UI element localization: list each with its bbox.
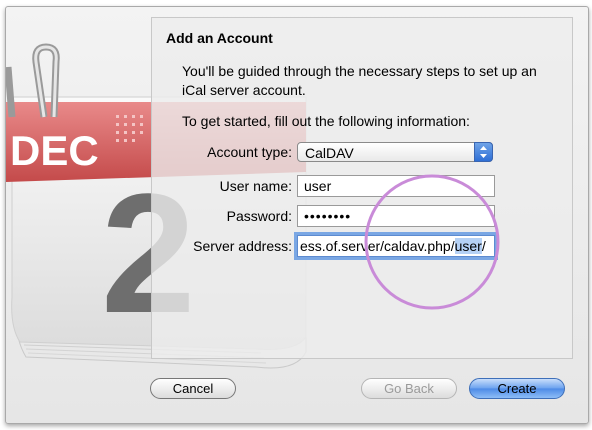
account-type-popup[interactable]: CalDAV: [297, 142, 493, 162]
server-address-field[interactable]: ess.of.server/caldav.php/user/: [297, 235, 495, 257]
go-back-button[interactable]: Go Back: [361, 378, 457, 399]
server-address-prefix: ess.of.server/caldav.php/: [300, 238, 455, 254]
calendar-month-text: DEC: [10, 127, 99, 174]
password-label: Password:: [226, 208, 292, 224]
create-button[interactable]: Create: [469, 378, 565, 399]
server-address-label: Server address:: [193, 238, 292, 254]
password-field[interactable]: ••••••••: [297, 205, 495, 227]
instruction-text: To get started, fill out the following i…: [182, 113, 470, 129]
account-type-label: Account type:: [207, 144, 292, 160]
popup-arrows-icon: [474, 142, 493, 162]
dialog-title: Add an Account: [166, 30, 273, 46]
account-type-value: CalDAV: [305, 145, 354, 161]
user-name-label: User name:: [219, 178, 292, 194]
add-account-sheet: DEC 2 Add an Account You'll be guided th…: [5, 6, 589, 424]
intro-text: You'll be guided through the necessary s…: [182, 63, 537, 98]
server-address-suffix: /: [481, 238, 486, 254]
user-name-field[interactable]: user: [297, 175, 495, 197]
cancel-button[interactable]: Cancel: [150, 378, 236, 399]
form-panel: Add an Account You'll be guided through …: [151, 17, 573, 359]
server-address-selection: user: [454, 238, 482, 254]
